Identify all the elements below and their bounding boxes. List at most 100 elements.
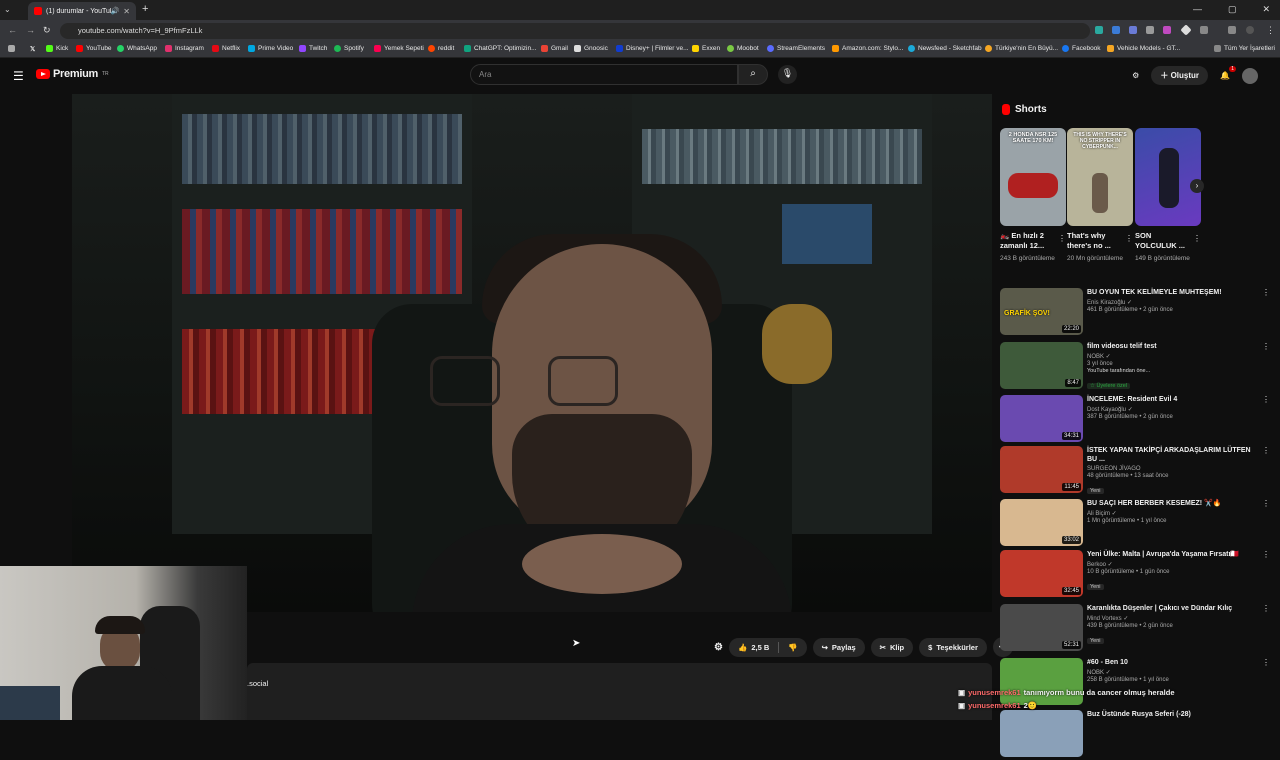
- bookmark-youtube[interactable]: YouTube: [76, 45, 112, 52]
- chat-username: yunusemrek61: [968, 688, 1021, 697]
- video-channel[interactable]: NOBK ✓: [1087, 669, 1255, 676]
- bookmark-whatsapp[interactable]: WhatsApp: [117, 45, 157, 52]
- extension-icon[interactable]: [1129, 26, 1137, 34]
- bookmark-amazon[interactable]: Amazon.com: Stylo...: [832, 45, 903, 52]
- video-item[interactable]: 34:31 İNCELEME: Resident Evil 4 Dost Kay…: [1000, 395, 1276, 445]
- video-title: BU SAÇI HER BERBER KESEMEZ! ✂️🔥: [1087, 500, 1222, 507]
- minimize-button[interactable]: —: [1193, 4, 1202, 15]
- video-menu-icon[interactable]: ⋮: [1262, 446, 1270, 455]
- bookmark-reddit[interactable]: reddit: [428, 45, 454, 52]
- video-menu-icon[interactable]: ⋮: [1262, 395, 1270, 404]
- video-channel[interactable]: Enis Kirazoğlu ✓: [1087, 299, 1255, 306]
- extension-icon[interactable]: [1112, 26, 1120, 34]
- short-menu-icon[interactable]: ⋮: [1058, 234, 1066, 243]
- short-item[interactable]: THIS IS WHY THERE'S NO STRIPPER IN CYBER…: [1067, 128, 1133, 263]
- video-item[interactable]: Buz Üstünde Rusya Seferi (-28): [1000, 710, 1276, 760]
- youtube-premium-logo[interactable]: Premium TR: [36, 68, 109, 80]
- short-menu-icon[interactable]: ⋮: [1193, 234, 1201, 243]
- bookmark-turkiye[interactable]: Türkiye'nin En Büyü...: [985, 45, 1058, 52]
- video-item[interactable]: GRAFİK ŞOV! 22:20 BU OYUN TEK KELİMEYLE …: [1000, 288, 1276, 338]
- bookmark-gmail[interactable]: Gmail: [541, 45, 568, 52]
- video-item[interactable]: 52:31 Karanlıkta Düşenler | Çakıcı ve Dü…: [1000, 604, 1276, 654]
- bookmark-yemek-sepeti[interactable]: Yemek Sepeti: [374, 45, 424, 52]
- close-window-button[interactable]: ✕: [1262, 4, 1270, 15]
- bookmark-chatgpt[interactable]: ChatGPT: Optimizin...: [464, 45, 537, 52]
- avatar[interactable]: [1242, 67, 1258, 84]
- bookmark-exxen[interactable]: Exxen: [692, 45, 720, 52]
- tab-close-icon[interactable]: ✕: [123, 7, 130, 16]
- browser-tab-active[interactable]: (1) durumlar - YouTube 🔊 ✕: [28, 2, 136, 20]
- video-thumbnail: 52:31: [1000, 604, 1083, 651]
- video-item[interactable]: 8:47 film videosu telif test NOBK ✓ 3 yı…: [1000, 342, 1276, 392]
- bookmark-gnoosic[interactable]: Gnoosic: [574, 45, 608, 52]
- video-channel[interactable]: Berkoo ✓: [1087, 561, 1255, 568]
- bookmark-disney[interactable]: Disney+ | Filmler ve...: [616, 45, 689, 52]
- video-channel[interactable]: Dost Kayaoğlu ✓: [1087, 406, 1255, 413]
- video-player[interactable]: [72, 94, 992, 612]
- search-input[interactable]: Ara: [470, 64, 738, 85]
- video-channel[interactable]: SURGEON JİVAGO: [1087, 466, 1255, 472]
- bookmark-prime-video[interactable]: Prime Video: [248, 45, 293, 52]
- video-menu-icon[interactable]: ⋮: [1262, 604, 1270, 613]
- search-button[interactable]: ⌕: [738, 64, 768, 85]
- extensions-puzzle-icon[interactable]: [1200, 26, 1208, 34]
- short-menu-icon[interactable]: ⋮: [1125, 234, 1133, 243]
- all-bookmarks[interactable]: Tüm Yer İşaretleri: [1214, 45, 1275, 52]
- description-box[interactable]: [247, 663, 992, 720]
- video-item[interactable]: 32:45 Yeni Ülke: Malta | Avrupa'da Yaşam…: [1000, 550, 1276, 600]
- url-field[interactable]: youtube.com/watch?v=H_9PfmFzLLk: [60, 23, 1090, 39]
- bookmark-spotify[interactable]: Spotify: [334, 45, 364, 52]
- shorts-next-button[interactable]: ›: [1190, 179, 1204, 193]
- apps-grid-icon[interactable]: [8, 45, 15, 52]
- url-text: youtube.com/watch?v=H_9PfmFzLLk: [78, 26, 203, 35]
- extension-icon[interactable]: [1095, 26, 1103, 34]
- video-menu-icon[interactable]: ⋮: [1262, 499, 1270, 508]
- video-item[interactable]: 11:45 İSTEK YAPAN TAKİPÇİ ARKADAŞLARIM L…: [1000, 446, 1276, 496]
- profile-icon[interactable]: [1246, 26, 1254, 34]
- bookmark-streamelements[interactable]: StreamElements: [767, 45, 825, 52]
- media-controls-icon[interactable]: [1228, 26, 1236, 34]
- video-menu-icon[interactable]: ⋮: [1262, 342, 1270, 351]
- back-icon[interactable]: ←: [8, 25, 17, 35]
- extension-icon[interactable]: [1146, 26, 1154, 34]
- forward-icon[interactable]: →: [26, 25, 35, 35]
- bookmark-facebook[interactable]: Facebook: [1062, 45, 1101, 52]
- short-item[interactable]: 2 HONDA NSR 125 SAATE 170 KM! 🏍️ En hızl…: [1000, 128, 1066, 263]
- bookmark-netflix[interactable]: Netflix: [212, 45, 240, 52]
- clip-button[interactable]: ✂ Klip: [870, 637, 914, 657]
- bookmark-twitch[interactable]: Twitch: [299, 45, 327, 52]
- extension-icon[interactable]: [1180, 24, 1192, 36]
- dislike-button[interactable]: 👎: [779, 638, 806, 657]
- share-button[interactable]: ↪ Paylaş: [812, 637, 865, 657]
- menu-icon[interactable]: ☰: [13, 69, 24, 83]
- sparkle-icon[interactable]: ⚙: [714, 642, 723, 653]
- voice-search-button[interactable]: 🎙: [778, 65, 797, 84]
- video-menu-icon[interactable]: ⋮: [1262, 658, 1270, 667]
- new-tab-button[interactable]: +: [142, 3, 148, 15]
- gear-icon[interactable]: ⚙: [1132, 71, 1139, 80]
- thumbs-up-icon: 👍: [737, 642, 748, 652]
- maximize-button[interactable]: ▢: [1228, 4, 1237, 15]
- like-button[interactable]: 👍 2,5 B: [729, 638, 778, 657]
- create-button[interactable]: ＋ Oluştur: [1151, 66, 1209, 85]
- video-channel[interactable]: Ali Biçim ✓: [1087, 510, 1255, 517]
- bookmark-sketchfab[interactable]: Newsfeed - Sketchfab: [908, 45, 982, 52]
- video-channel[interactable]: Mind Vortexs ✓: [1087, 615, 1255, 622]
- speaker-icon[interactable]: 🔊: [111, 7, 120, 15]
- bookmark-kick[interactable]: Kick: [46, 45, 68, 52]
- browser-menu-icon[interactable]: ⋮: [1266, 25, 1275, 36]
- notifications-button[interactable]: 🔔 1: [1220, 66, 1236, 80]
- bookmark-moobot[interactable]: Moobot: [727, 45, 759, 52]
- video-item[interactable]: 33:02 BU SAÇI HER BERBER KESEMEZ! ✂️🔥 Al…: [1000, 499, 1276, 549]
- video-menu-icon[interactable]: ⋮: [1262, 550, 1270, 559]
- video-channel[interactable]: NOBK ✓: [1087, 353, 1255, 360]
- reload-icon[interactable]: ↻: [43, 25, 51, 36]
- bookmark-instagram[interactable]: Instagram: [165, 45, 204, 52]
- video-menu-icon[interactable]: ⋮: [1262, 288, 1270, 297]
- extension-icon[interactable]: [1163, 26, 1171, 34]
- tab-search-icon[interactable]: ⌄: [4, 5, 11, 14]
- x-bookmark-icon[interactable]: 𝕏: [30, 45, 35, 53]
- short-item[interactable]: SON YOLCULUK ... 149 B görüntüleme ⋮: [1135, 128, 1201, 263]
- bookmark-vehicle-models[interactable]: Vehicle Models - GT...: [1107, 45, 1180, 52]
- thanks-button[interactable]: $ Teşekkürler: [919, 637, 987, 657]
